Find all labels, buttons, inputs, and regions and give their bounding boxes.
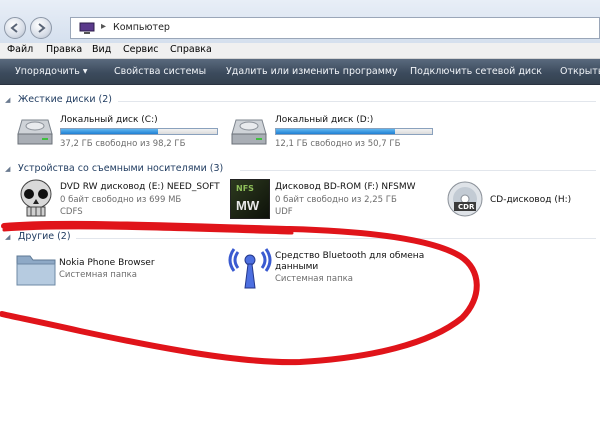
drive-h-item[interactable]: CDR CD-дисковод (H:) (445, 178, 595, 222)
collapse-arrow-icon[interactable]: ◢ (5, 96, 10, 104)
nfs-logo-top: NFS (236, 184, 254, 193)
menu-bar: Файл Правка Вид Сервис Справка (0, 43, 600, 59)
drive-c-item[interactable]: Локальный диск (C:) 37,2 ГБ свободно из … (16, 110, 218, 152)
cdr-label: CDR (458, 203, 475, 211)
drive-usage-fill (276, 129, 395, 134)
drive-name: Дисковод BD-ROM (F:) NFSMW (275, 182, 416, 192)
drive-name: CD-дисковод (H:) (490, 195, 572, 205)
menu-file[interactable]: Файл (7, 44, 33, 55)
bluetooth-exchange-item[interactable]: Средство Bluetooth для обмена данными Си… (228, 246, 448, 290)
collapse-arrow-icon[interactable]: ◢ (5, 233, 10, 241)
drive-free-space: 0 байт свободно из 2,25 ГБ (275, 195, 397, 205)
computer-icon (79, 22, 95, 34)
collapse-arrow-icon[interactable]: ◢ (5, 165, 10, 173)
drive-usage-bar (275, 128, 433, 135)
back-arrow-icon (10, 23, 18, 33)
cd-disc-icon (447, 181, 483, 217)
drive-free-space: 37,2 ГБ свободно из 98,2 ГБ (60, 139, 186, 149)
drive-d-item[interactable]: Локальный диск (D:) 12,1 ГБ свободно из … (230, 110, 440, 152)
menu-edit[interactable]: Правка (46, 44, 82, 55)
command-bar: Упорядочить ▼ Свойства системы Удалить ил… (0, 59, 600, 85)
back-button[interactable] (4, 17, 26, 39)
drive-f-item[interactable]: NFS MW Дисковод BD-ROM (F:) NFSMW 0 байт… (230, 178, 440, 222)
drive-free-space: 0 байт свободно из 699 МБ (60, 195, 182, 205)
nfs-logo-text: MW (236, 198, 260, 213)
forward-arrow-icon (38, 23, 46, 33)
organize-button[interactable]: Упорядочить ▼ (15, 66, 87, 77)
hard-disk-icon (231, 119, 267, 145)
drive-usage-fill (61, 129, 158, 134)
skull-icon (20, 179, 52, 217)
group-divider (76, 238, 596, 239)
menu-service[interactable]: Сервис (123, 44, 159, 55)
drive-filesystem: CDFS (60, 207, 83, 217)
map-network-drive-button[interactable]: Подключить сетевой диск (410, 66, 542, 77)
folder-icon (16, 255, 56, 286)
group-divider (118, 101, 596, 102)
drive-filesystem: UDF (275, 207, 293, 217)
breadcrumb-separator[interactable]: ▸ (101, 21, 106, 32)
item-type: Системная папка (275, 274, 353, 284)
dropdown-arrow-icon: ▼ (82, 68, 88, 75)
drive-name: Локальный диск (D:) (275, 115, 374, 125)
group-header-hard-disks[interactable]: Жесткие диски (2) (18, 94, 112, 105)
address-field[interactable]: ▸ Компьютер (70, 17, 600, 39)
item-type: Системная папка (59, 270, 137, 280)
address-bar: ▸ Компьютер (0, 0, 600, 43)
drive-name: Локальный диск (C:) (60, 115, 158, 125)
drive-usage-bar (60, 128, 218, 135)
drive-name: DVD RW дисковод (E:) NEED_SOFT (60, 182, 220, 192)
open-control-panel-button[interactable]: Открыть (560, 66, 600, 77)
system-properties-button[interactable]: Свойства системы (114, 66, 206, 77)
menu-view[interactable]: Вид (92, 44, 111, 55)
hard-disk-icon (17, 119, 53, 145)
item-name: Nokia Phone Browser (59, 258, 155, 268)
nfs-game-icon: NFS MW (230, 179, 270, 219)
drive-e-item[interactable]: DVD RW дисковод (E:) NEED_SOFT 0 байт св… (16, 178, 221, 222)
drive-free-space: 12,1 ГБ свободно из 50,7 ГБ (275, 139, 401, 149)
menu-help[interactable]: Справка (170, 44, 212, 55)
group-header-removable[interactable]: Устройства со съемными носителями (3) (18, 163, 223, 174)
item-name-line-2: данными (275, 262, 319, 272)
item-name-line-1: Средство Bluetooth для обмена (275, 251, 425, 261)
nokia-phone-browser-item[interactable]: Nokia Phone Browser Системная папка (16, 250, 216, 290)
forward-button[interactable] (30, 17, 52, 39)
breadcrumb-computer[interactable]: Компьютер (113, 22, 170, 33)
bluetooth-antenna-icon (228, 248, 272, 289)
annotation-stroke (0, 220, 480, 366)
uninstall-program-button[interactable]: Удалить или изменить программу (226, 66, 398, 77)
group-divider (240, 170, 596, 171)
group-header-other[interactable]: Другие (2) (18, 231, 71, 242)
organize-label: Упорядочить (15, 66, 80, 77)
